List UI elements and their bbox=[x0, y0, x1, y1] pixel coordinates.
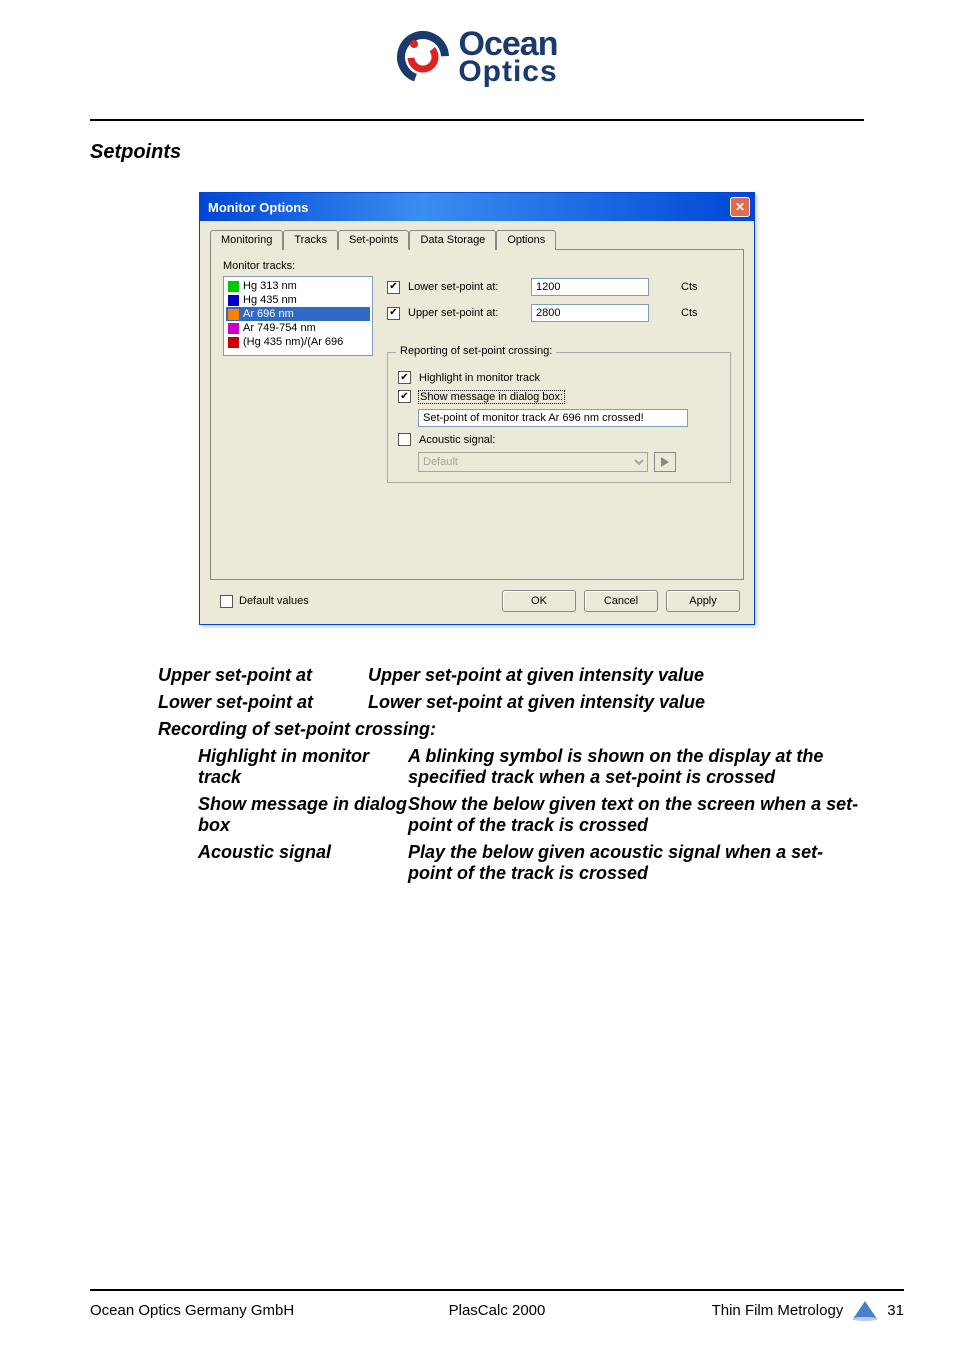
acoustic-label: Acoustic signal: bbox=[419, 434, 495, 446]
track-item-label: Hg 435 nm bbox=[243, 293, 297, 307]
footer-center: PlasCalc 2000 bbox=[361, 1302, 632, 1319]
track-item[interactable]: Ar 696 nm bbox=[226, 307, 370, 321]
lower-setpoint-checkbox[interactable] bbox=[387, 281, 400, 294]
ok-button[interactable]: OK bbox=[502, 590, 576, 612]
track-item[interactable]: Hg 435 nm bbox=[226, 293, 370, 307]
def-highlight-desc: A blinking symbol is shown on the displa… bbox=[408, 746, 864, 788]
def-highlight-term: Highlight in monitor track bbox=[198, 746, 408, 788]
close-icon[interactable]: ✕ bbox=[730, 197, 750, 217]
logo-swirl-icon bbox=[396, 30, 450, 84]
monitor-options-dialog: Monitor Options ✕ Monitoring Tracks Set-… bbox=[199, 192, 755, 625]
definitions-block: Upper set-point at Upper set-point at gi… bbox=[158, 665, 864, 884]
cancel-button[interactable]: Cancel bbox=[584, 590, 658, 612]
def-acoustic-desc: Play the below given acoustic signal whe… bbox=[408, 842, 864, 884]
lower-setpoint-input[interactable] bbox=[531, 278, 649, 296]
track-item-label: Ar 749-754 nm bbox=[243, 321, 316, 335]
def-upper-term: Upper set-point at bbox=[158, 665, 368, 686]
color-swatch-icon bbox=[228, 309, 239, 320]
def-acoustic-term: Acoustic signal bbox=[198, 842, 408, 884]
track-item-label: (Hg 435 nm)/(Ar 696 bbox=[243, 335, 343, 349]
tab-strip: Monitoring Tracks Set-points Data Storag… bbox=[210, 229, 744, 250]
play-icon[interactable] bbox=[654, 452, 676, 472]
show-message-checkbox[interactable] bbox=[398, 390, 411, 403]
tab-tracks[interactable]: Tracks bbox=[283, 230, 338, 250]
def-showmsg-desc: Show the below given text on the screen … bbox=[408, 794, 864, 836]
dialog-title: Monitor Options bbox=[208, 200, 308, 215]
titlebar[interactable]: Monitor Options ✕ bbox=[200, 193, 754, 221]
reporting-group-title: Reporting of set-point crossing: bbox=[396, 345, 556, 357]
upper-setpoint-checkbox[interactable] bbox=[387, 307, 400, 320]
color-swatch-icon bbox=[228, 295, 239, 306]
footer-logo-icon bbox=[851, 1299, 879, 1321]
monitor-tracks-list[interactable]: Hg 313 nmHg 435 nmAr 696 nmAr 749-754 nm… bbox=[223, 276, 373, 356]
color-swatch-icon bbox=[228, 323, 239, 334]
track-item-label: Hg 313 nm bbox=[243, 279, 297, 293]
upper-setpoint-label: Upper set-point at: bbox=[408, 307, 523, 319]
tab-panel-setpoints: Monitor tracks: Hg 313 nmHg 435 nmAr 696… bbox=[210, 250, 744, 580]
page-number: 31 bbox=[887, 1302, 904, 1319]
color-swatch-icon bbox=[228, 281, 239, 292]
show-message-label: Show message in dialog box: bbox=[419, 391, 564, 403]
def-upper-desc: Upper set-point at given intensity value bbox=[368, 665, 864, 686]
def-showmsg-term: Show message in dialog box bbox=[198, 794, 408, 836]
track-item[interactable]: Ar 749-754 nm bbox=[226, 321, 370, 335]
lower-setpoint-unit: Cts bbox=[681, 281, 698, 293]
header-logo: Ocean Optics bbox=[90, 30, 864, 89]
upper-setpoint-unit: Cts bbox=[681, 307, 698, 319]
tab-setpoints[interactable]: Set-points bbox=[338, 230, 410, 250]
footer-right: Thin Film Metrology bbox=[712, 1302, 844, 1319]
track-item[interactable]: Hg 313 nm bbox=[226, 279, 370, 293]
highlight-checkbox[interactable] bbox=[398, 371, 411, 384]
color-swatch-icon bbox=[228, 337, 239, 348]
upper-setpoint-input[interactable] bbox=[531, 304, 649, 322]
def-lower-desc: Lower set-point at given intensity value bbox=[368, 692, 864, 713]
logo-line2: Optics bbox=[458, 59, 557, 85]
acoustic-select[interactable]: Default bbox=[418, 452, 648, 472]
highlight-label: Highlight in monitor track bbox=[419, 372, 540, 384]
acoustic-checkbox[interactable] bbox=[398, 433, 411, 446]
default-values-label: Default values bbox=[239, 595, 309, 607]
lower-setpoint-label: Lower set-point at: bbox=[408, 281, 523, 293]
header-divider bbox=[90, 119, 864, 121]
show-message-input[interactable] bbox=[418, 409, 688, 427]
track-item[interactable]: (Hg 435 nm)/(Ar 696 bbox=[226, 335, 370, 349]
tab-monitoring[interactable]: Monitoring bbox=[210, 230, 283, 250]
footer-left: Ocean Optics Germany GmbH bbox=[90, 1302, 361, 1319]
tab-data-storage[interactable]: Data Storage bbox=[409, 230, 496, 250]
reporting-group: Reporting of set-point crossing: Highlig… bbox=[387, 352, 731, 483]
tab-options[interactable]: Options bbox=[496, 230, 556, 250]
monitor-tracks-label: Monitor tracks: bbox=[223, 260, 373, 272]
def-lower-term: Lower set-point at bbox=[158, 692, 368, 713]
default-values-checkbox[interactable] bbox=[220, 595, 233, 608]
def-recording-heading: Recording of set-point crossing: bbox=[158, 719, 864, 740]
page-footer: Ocean Optics Germany GmbH PlasCalc 2000 … bbox=[90, 1289, 904, 1321]
section-heading: Setpoints bbox=[90, 141, 864, 164]
track-item-label: Ar 696 nm bbox=[243, 307, 294, 321]
apply-button[interactable]: Apply bbox=[666, 590, 740, 612]
